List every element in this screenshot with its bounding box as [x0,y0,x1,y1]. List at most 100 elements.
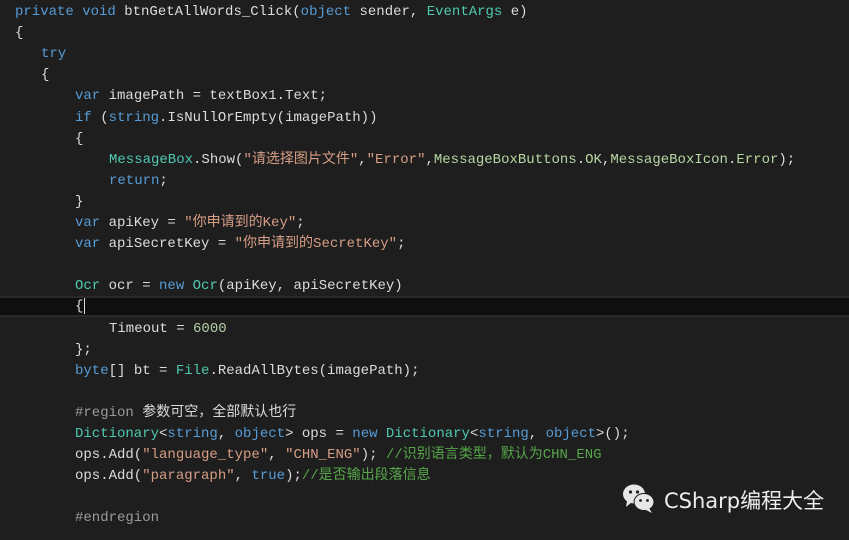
code-text: var apiSecretKey = "你申请到的SecretKey"; [75,234,405,255]
token-str: "你申请到的SecretKey" [234,236,398,253]
code-text: { [41,65,49,86]
code-line[interactable]: Timeout = 6000 [0,319,849,340]
token-cmt: //是否输出段落信息 [301,468,431,485]
code-text: } [75,192,83,213]
code-text: { [75,129,83,150]
code-line[interactable]: var apiSecretKey = "你申请到的SecretKey"; [0,234,849,255]
token-type: Dictionary [385,426,470,442]
token-plain: ; [397,236,406,253]
token-str: "paragraph" [142,468,235,485]
token-plain: apiSecretKey = [100,236,235,253]
code-line[interactable]: { [0,23,849,44]
code-line[interactable]: { [0,65,849,86]
token-plain: 参数可空，全部默认也行 [133,404,297,421]
token-enum: MessageBoxButtons [433,151,577,168]
token-kw: private [15,4,74,20]
token-plain: ops.Add( [75,468,143,485]
token-plain: sender, [351,4,427,20]
token-plain: { [75,299,84,316]
token-plain: > ops = [285,426,353,442]
token-str: "请选择图片文件" [243,151,359,168]
token-kw: void [82,4,116,20]
token-kw: return [109,172,160,189]
code-text: }; [75,340,92,361]
token-plain: ); [285,468,302,485]
token-plain: >(); [596,426,630,442]
token-enum: MessageBoxIcon [610,151,728,168]
code-line[interactable]: try [0,44,849,65]
token-plain: } [75,193,84,210]
current-code-line[interactable]: { [0,296,849,318]
code-text: { [75,298,86,316]
token-plain: , [268,447,286,464]
watermark-text: CSharp编程大全 [664,489,825,513]
code-text: { [15,23,23,44]
token-str: "CHN_ENG" [285,447,361,464]
code-text: if (string.IsNullOrEmpty(imagePath)) [75,108,377,129]
code-text: ops.Add("paragraph", true);//是否输出段落信息 [75,466,431,487]
token-plain: { [75,130,84,147]
code-text: return; [109,171,168,192]
token-plain: , [234,468,252,485]
token-plain: ops.Add( [75,447,143,464]
token-cmt: //识别语言类型，默认为CHN_ENG [385,447,602,464]
token-plain: [] bt = [108,362,176,379]
code-text: ops.Add("language_type", "CHN_ENG"); //识… [75,445,602,466]
code-line[interactable]: Dictionary<string, object> ops = new Dic… [0,424,849,445]
token-plain: }; [75,341,92,358]
code-line[interactable]: return; [0,171,849,192]
code-line[interactable] [0,255,849,276]
token-kw: true [251,468,286,485]
code-editor[interactable]: private void btnGetAllWords_Click(object… [0,0,849,540]
token-kw: var [75,215,101,231]
watermark: CSharp编程大全 [622,484,824,516]
code-text: #region 参数可空，全部默认也行 [75,403,296,424]
token-kw: var [75,88,101,105]
token-plain: Timeout = [109,320,194,337]
token-type: File [175,362,210,379]
code-line[interactable]: MessageBox.Show("请选择图片文件","Error",Messag… [0,150,849,171]
code-text: #endregion [75,508,159,529]
code-line[interactable]: Ocr ocr = new Ocr(apiKey, apiSecretKey) [0,276,849,297]
token-plain: { [15,25,24,42]
code-line[interactable]: byte[] bt = File.ReadAllBytes(imagePath)… [0,361,849,382]
code-text: Timeout = 6000 [109,319,227,340]
code-text: private void btnGetAllWords_Click(object… [15,2,528,23]
token-kw: object [545,426,596,442]
token-kw: string [478,426,529,442]
code-text: byte[] bt = File.ReadAllBytes(imagePath)… [75,361,419,382]
text-caret [84,298,86,315]
code-text: var imagePath = textBox1.Text; [75,86,327,107]
code-line[interactable]: { [0,129,849,150]
token-plain: (apiKey, apiSecretKey) [217,278,403,295]
token-plain: e) [502,4,528,20]
code-line[interactable]: ops.Add("language_type", "CHN_ENG"); //识… [0,445,849,466]
token-str: "language_type" [142,447,269,464]
code-line[interactable]: #region 参数可空，全部默认也行 [0,403,849,424]
token-plain: { [41,67,50,84]
code-line[interactable]: var apiKey = "你申请到的Key"; [0,213,849,234]
token-plain: ; [159,172,168,189]
token-plain: ; [296,215,305,231]
token-enum: Error [736,151,779,168]
code-line[interactable]: var imagePath = textBox1.Text; [0,86,849,107]
token-kw: object [234,426,286,442]
code-line[interactable]: } [0,192,849,213]
token-type: EventArgs [426,4,503,20]
token-plain: , [358,151,367,168]
token-kw: byte [75,362,109,379]
token-plain: , [528,426,546,442]
code-line[interactable] [0,382,849,403]
code-line[interactable]: }; [0,340,849,361]
code-text: try [41,44,66,65]
token-type: Ocr [192,278,218,295]
wechat-icon [622,482,656,519]
token-enum: OK [585,151,602,168]
token-pre: #region [75,404,134,421]
token-type: Dictionary [75,426,160,442]
token-plain: , [425,151,434,168]
code-line[interactable]: private void btnGetAllWords_Click(object… [0,2,849,23]
token-kw: string [108,109,160,126]
token-kw: new [352,426,378,442]
code-line[interactable]: if (string.IsNullOrEmpty(imagePath)) [0,108,849,129]
